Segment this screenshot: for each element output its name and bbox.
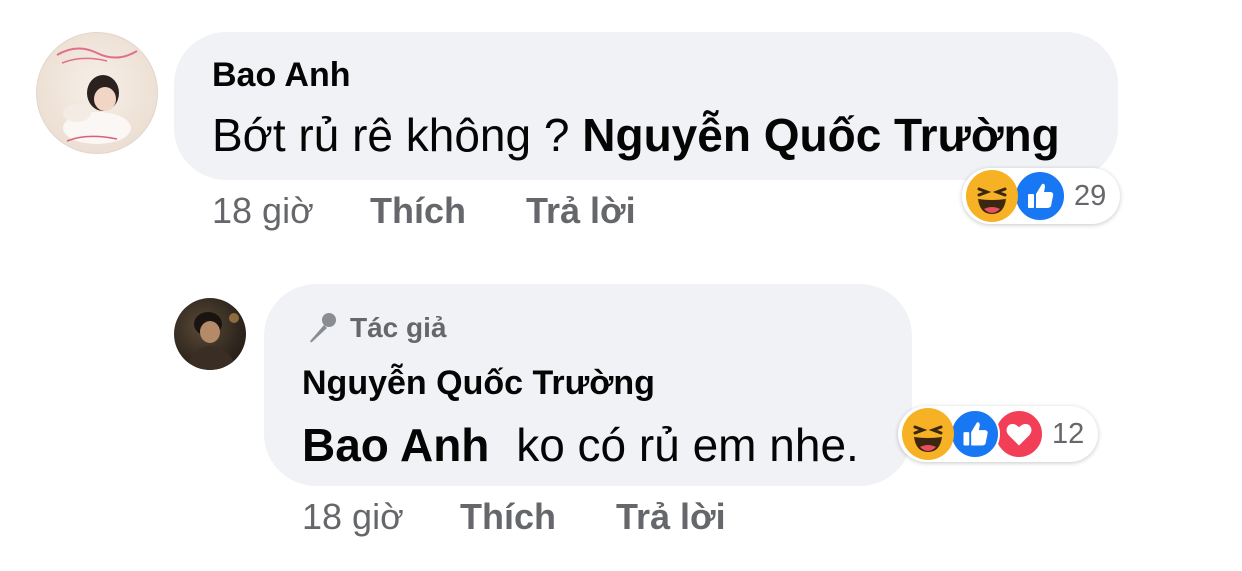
- haha-icon: [902, 408, 954, 460]
- comment-reactions[interactable]: 29: [962, 168, 1120, 224]
- reply-reply-label: Trả lời: [616, 496, 726, 537]
- comment-like-label: Thích: [370, 190, 466, 231]
- reply-author[interactable]: Nguyễn Quốc Trường: [302, 364, 655, 403]
- like-icon: [950, 409, 1000, 459]
- author-badge-label: Tác giả: [350, 312, 447, 343]
- love-icon: [994, 409, 1044, 459]
- like-icon: [1014, 170, 1066, 222]
- comment-text-body: Bớt rủ rê không ?: [212, 109, 570, 161]
- reply-time[interactable]: 18 giờ: [302, 496, 404, 537]
- author-badge: Tác giả: [304, 310, 446, 346]
- reply-text-body: ko có rủ em nhe.: [516, 419, 859, 471]
- comment-author[interactable]: Bao Anh: [212, 56, 351, 95]
- avatar-artwork: [56, 47, 138, 144]
- comment-like-button[interactable]: Thích: [370, 190, 466, 232]
- reply-like-button[interactable]: Thích: [460, 496, 556, 538]
- reply-mention[interactable]: Bao Anh: [302, 419, 489, 471]
- comment-text: Bớt rủ rê không ? Nguyễn Quốc Trường: [212, 108, 1060, 162]
- reply-text: Bao Anh ko có rủ em nhe.: [302, 418, 859, 472]
- reply-reply-button[interactable]: Trả lời: [616, 496, 726, 538]
- avatar-bao-anh[interactable]: [36, 32, 158, 154]
- comment-mention[interactable]: Nguyễn Quốc Trường: [582, 109, 1059, 161]
- comment-meta: 18 giờ: [212, 190, 314, 232]
- avatar-photo: [186, 312, 239, 370]
- comment-reaction-count: 29: [1074, 179, 1107, 212]
- avatar-nguyen-quoc-truong[interactable]: [174, 298, 246, 370]
- reply-like-label: Thích: [460, 496, 556, 537]
- haha-icon: [966, 170, 1018, 222]
- comment-time[interactable]: 18 giờ: [212, 190, 314, 231]
- reply-reactions[interactable]: 12: [898, 406, 1098, 462]
- microphone-icon: [304, 310, 340, 346]
- comment-reply-label: Trả lời: [526, 190, 636, 231]
- reply-meta: 18 giờ: [302, 496, 404, 538]
- reply-reaction-count: 12: [1052, 417, 1085, 450]
- comment-reply-button[interactable]: Trả lời: [526, 190, 636, 232]
